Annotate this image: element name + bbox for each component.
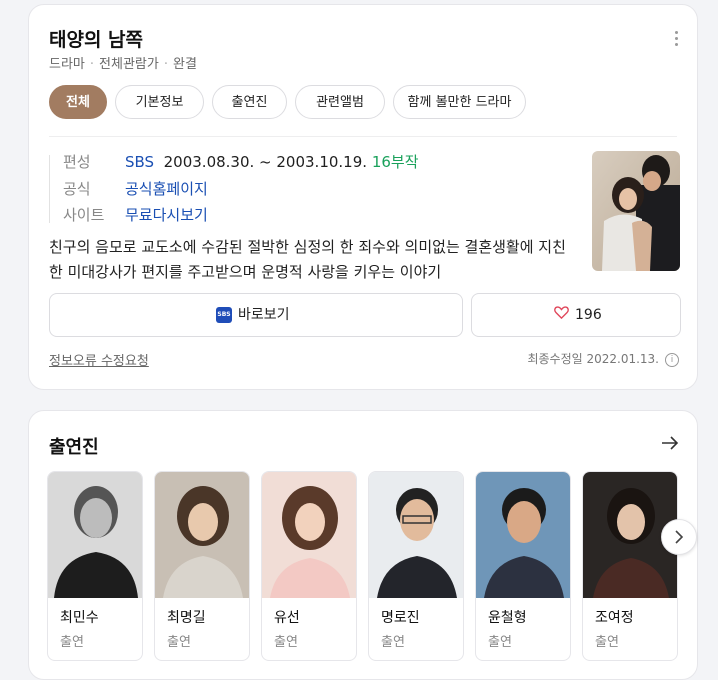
drama-meta: 드라마 · 전체관람가 · 완결 [49,57,197,72]
drama-rating: 전체관람가 [99,57,159,72]
cast-name: 조여정 [595,610,634,626]
air-dates: 2003.08.30. ~ 2003.10.19. [163,153,368,171]
drama-title: 태양의 남쪽 [49,29,144,51]
cast-photo [369,472,463,598]
cast-role: 출연 [274,635,298,650]
watch-now-label: 바로보기 [238,307,290,323]
cast-name: 유선 [274,610,300,626]
cast-member-card[interactable]: 윤철형 출연 [475,471,571,661]
tab-basic-info[interactable]: 기본정보 [115,85,204,119]
tab-similar-dramas[interactable]: 함께 볼만한 드라마 [393,85,526,119]
divider [49,136,677,137]
cast-photo [48,472,142,598]
info-icon[interactable]: i [665,352,679,367]
watch-now-button[interactable]: SBS 바로보기 [49,293,463,337]
site-label: 사이트 [63,206,105,224]
official-homepage-link[interactable]: 공식홈페이지 [125,180,208,198]
cast-role: 출연 [60,635,84,650]
cast-member-card[interactable]: 최명길 출연 [154,471,250,661]
tab-related-album[interactable]: 관련앨범 [295,85,385,119]
official-label: 공식 [63,180,91,198]
cast-member-card[interactable]: 유선 출연 [261,471,357,661]
cast-photo [476,472,570,598]
arrow-right-icon[interactable] [661,435,679,455]
cast-name: 명로진 [381,610,420,626]
chevron-right-icon[interactable] [661,519,697,555]
cast-name: 최명길 [167,610,206,626]
cast-role: 출연 [595,635,619,650]
last-updated-text: 최종수정일 2022.01.13. [527,352,659,366]
last-updated: 최종수정일 2022.01.13. i [527,350,679,367]
channel-link[interactable]: SBS [125,153,154,171]
broadcast-row: 편성 SBS 2003.08.30. ~ 2003.10.19. 16부작 [63,151,419,172]
drama-status: 완결 [172,57,197,72]
like-button[interactable]: 196 [471,293,681,337]
cast-role: 출연 [488,635,512,650]
cast-section-title: 출연진 [49,437,99,458]
cast-member-card[interactable]: 명로진 출연 [368,471,464,661]
site-row: 사이트 무료다시보기 [63,204,208,225]
report-error-link[interactable]: 정보오류 수정요청 [49,350,149,369]
tab-all[interactable]: 전체 [49,85,107,119]
cast-name: 최민수 [60,610,99,626]
free-replay-link[interactable]: 무료다시보기 [125,206,208,224]
cast-card: 출연진 최민수 출연 최명길 출연 유선 출연 명로진 출연 윤철형 출연 조여… [28,410,698,680]
cast-role: 출연 [381,635,405,650]
drama-poster[interactable] [592,151,680,271]
tab-cast[interactable]: 출연진 [212,85,287,119]
cast-role: 출연 [167,635,191,650]
heart-icon [554,294,569,336]
drama-genre: 드라마 [49,57,85,72]
cast-member-card[interactable]: 조여정 출연 [582,471,678,661]
episode-count: 16부작 [371,153,419,171]
cast-photo [262,472,356,598]
like-count: 196 [575,307,602,323]
cast-name: 윤철형 [488,610,527,626]
sbs-logo-icon: SBS [216,307,232,323]
cast-photo [155,472,249,598]
drama-info-card: 태양의 남쪽 드라마 · 전체관람가 · 완결 전체 기본정보 출연진 관련앨범 함께 … [28,4,698,390]
more-vertical-icon[interactable] [675,31,679,49]
broadcast-label: 편성 [63,153,91,171]
drama-description: 친구의 음모로 교도소에 수감된 절박한 심정의 한 죄수와 의미없는 결혼생활… [49,238,566,281]
cast-member-card[interactable]: 최민수 출연 [47,471,143,661]
official-row: 공식 공식홈페이지 [63,178,208,199]
